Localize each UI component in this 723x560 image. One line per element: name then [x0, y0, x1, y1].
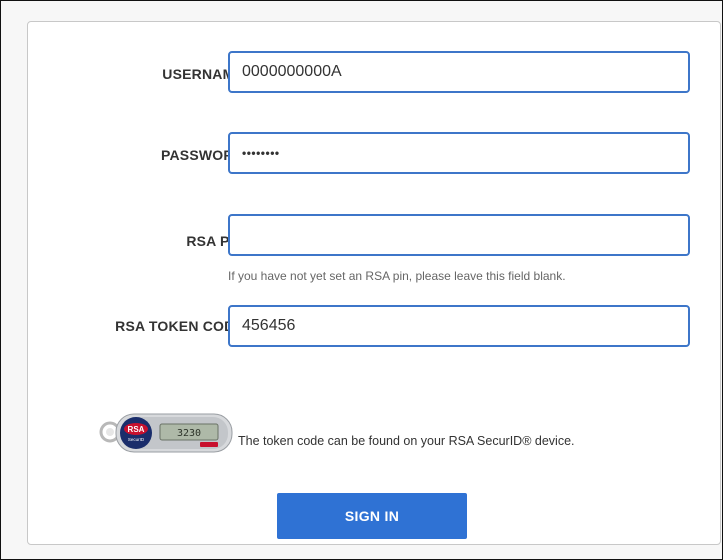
token-note: The token code can be found on your RSA … [238, 434, 575, 448]
token-brand: RSA [128, 425, 145, 434]
token-code-field[interactable] [228, 305, 690, 347]
sign-in-button[interactable]: SIGN IN [277, 493, 467, 539]
token-code-label: RSA TOKEN CODE [115, 318, 244, 334]
rsa-pin-hint: If you have not yet set an RSA pin, plea… [228, 269, 566, 283]
token-display: 3230 [177, 428, 201, 439]
rsa-securid-token-icon: RSA SecurID 3230 [99, 413, 233, 453]
login-card: USERNAME PASSWORD •••••••• RSA PIN If yo… [27, 21, 721, 545]
username-field[interactable] [228, 51, 690, 93]
rsa-pin-field[interactable] [228, 214, 690, 256]
password-mask: •••••••• [242, 146, 280, 160]
token-sub: SecurID [128, 437, 145, 442]
password-field[interactable]: •••••••• [228, 132, 690, 174]
